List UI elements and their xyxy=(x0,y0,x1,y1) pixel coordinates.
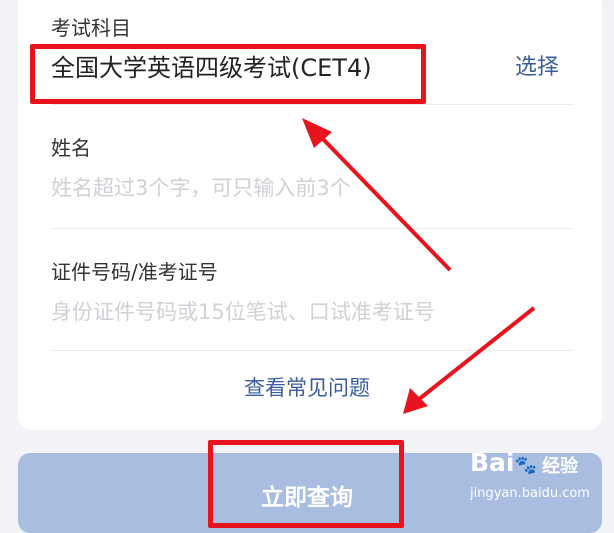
watermark-url: jingyan.baidu.com xyxy=(470,486,590,501)
jingyan-brand: 经验 xyxy=(542,456,578,477)
annotation-arrow-line xyxy=(416,306,536,402)
annotation-arrows xyxy=(302,118,536,414)
annotation-arrowhead xyxy=(403,388,428,414)
annotation-arrow-line xyxy=(320,136,452,272)
paw-icon: 🐾 xyxy=(514,455,537,476)
baidu-logo: Bai🐾 xyxy=(470,448,537,477)
baidu-jingyan-watermark: Bai🐾 经验 jingyan.baidu.com xyxy=(470,448,610,510)
